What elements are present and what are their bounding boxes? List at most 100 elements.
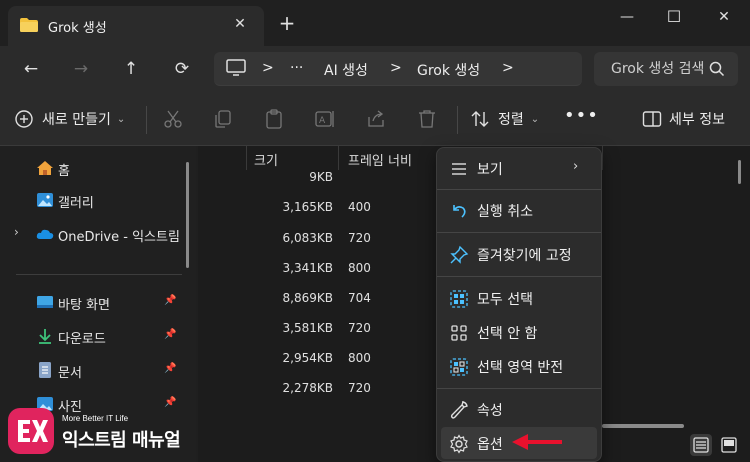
chevron-right-icon: › [573, 159, 579, 174]
menu-divider [437, 232, 601, 233]
breadcrumb-separator[interactable]: > [262, 60, 274, 76]
menu-divider [437, 388, 601, 389]
pin-icon[interactable]: 📌 [164, 363, 176, 374]
home-icon [37, 161, 53, 175]
breadcrumb-ai[interactable]: AI 생성 [324, 60, 368, 80]
sidebar-item-home[interactable]: 홈 [0, 154, 190, 182]
more-options-button[interactable]: ••• [564, 106, 598, 130]
breadcrumb-separator[interactable]: > [390, 60, 402, 76]
menu-item-select-none[interactable]: 선택 안 함 [441, 316, 597, 348]
chevron-right-icon[interactable]: › [14, 225, 19, 239]
cut-icon[interactable] [162, 108, 184, 130]
frame-width: 720 [348, 381, 371, 395]
menu-item-properties[interactable]: 속성 [441, 393, 597, 425]
frame-width: 720 [348, 321, 371, 335]
sidebar-item-label: OneDrive - 익스트림 [58, 230, 180, 245]
watermark: More Better IT Life 익스트림 매뉴얼 [2, 404, 212, 462]
frame-width: 800 [348, 351, 371, 365]
menu-item-label: 실행 취소 [477, 204, 533, 220]
maximize-button[interactable]: ☐ [663, 6, 685, 28]
search-icon[interactable] [708, 60, 726, 78]
sort-button[interactable]: 정렬 ⌄ [470, 106, 539, 132]
folder-icon [20, 18, 38, 32]
breadcrumb-more[interactable]: ··· [290, 60, 303, 76]
refresh-button[interactable]: ⟳ [171, 58, 193, 80]
menu-item-label: 선택 안 함 [477, 326, 538, 342]
invert-selection-icon [450, 358, 468, 376]
menu-divider [437, 276, 601, 277]
select-all-icon [450, 290, 468, 308]
frame-width: 720 [348, 231, 371, 245]
title-bar: Grok 생성 ✕ + — ☐ ✕ [0, 0, 750, 46]
context-menu: 보기 › 실행 취소 즐겨찾기에 고정 모두 선택 선택 안 함 선택 영역 반… [436, 147, 602, 462]
share-icon[interactable] [365, 108, 387, 130]
pin-icon[interactable]: 📌 [164, 329, 176, 340]
forward-button[interactable]: → [70, 58, 92, 80]
sidebar-item-label: 홈 [58, 164, 70, 179]
column-divider[interactable] [602, 146, 603, 170]
tab-close-button[interactable]: ✕ [230, 14, 250, 34]
details-view-icon[interactable] [690, 434, 712, 456]
column-divider[interactable] [338, 146, 339, 170]
sidebar-item-gallery[interactable]: 갤러리 [0, 186, 190, 214]
up-button[interactable]: ↑ [120, 58, 142, 80]
chevron-down-icon: ⌄ [530, 113, 540, 125]
new-tab-button[interactable]: + [276, 12, 298, 34]
tiles-view-icon[interactable] [718, 434, 740, 456]
file-size: 2,278KB [282, 381, 333, 395]
select-none-icon [451, 325, 467, 341]
new-button-label: 새로 만들기 [42, 112, 111, 128]
pin-icon [450, 245, 469, 264]
menu-divider [437, 189, 601, 190]
paste-icon[interactable] [263, 108, 285, 130]
sidebar-item-label: 바탕 화면 [58, 298, 110, 313]
pin-icon[interactable]: 📌 [164, 295, 176, 306]
menu-item-label: 즐겨찾기에 고정 [477, 248, 572, 264]
frame-width: 400 [348, 200, 371, 214]
file-size: 6,083KB [282, 231, 333, 245]
horizontal-scrollbar[interactable] [602, 424, 684, 428]
frame-width: 800 [348, 261, 371, 275]
breadcrumb-separator[interactable]: > [502, 60, 514, 76]
sidebar-scrollbar[interactable] [186, 162, 189, 268]
search-input[interactable] [594, 52, 704, 86]
breadcrumb[interactable]: > ··· AI 생성 > Grok 생성 > [214, 52, 582, 86]
tab-grok[interactable]: Grok 생성 ✕ [8, 6, 264, 46]
red-arrow-annotation [512, 434, 562, 450]
desktop-folder-icon [37, 296, 53, 308]
menu-item-label: 옵션 [477, 437, 503, 453]
search-box[interactable] [594, 52, 738, 86]
details-pane-button[interactable]: 세부 정보 [642, 106, 725, 132]
sidebar-item-downloads[interactable]: 다운로드 📌 [0, 322, 190, 350]
menu-item-undo[interactable]: 실행 취소 [441, 194, 597, 226]
column-header-frame-width[interactable]: 프레임 너비 [348, 150, 412, 169]
rename-icon[interactable]: A [314, 108, 336, 130]
watermark-tagline: More Better IT Life [62, 414, 129, 423]
sidebar-item-documents[interactable]: 문서 📌 [0, 356, 190, 384]
view-switcher [690, 434, 742, 456]
breadcrumb-grok[interactable]: Grok 생성 [417, 60, 480, 80]
sidebar-item-desktop[interactable]: 바탕 화면 📌 [0, 288, 190, 316]
file-size: 3,581KB [282, 321, 333, 335]
divider [146, 106, 147, 134]
menu-item-invert-selection[interactable]: 선택 영역 반전 [441, 350, 597, 382]
file-size: 9KB [309, 170, 333, 184]
close-window-button[interactable]: ✕ [713, 6, 735, 28]
new-button[interactable]: 새로 만들기 ⌄ [14, 106, 125, 132]
menu-item-select-all[interactable]: 모두 선택 [441, 282, 597, 314]
column-divider[interactable] [246, 146, 247, 170]
divider [457, 106, 458, 134]
delete-icon[interactable] [416, 108, 438, 130]
menu-item-label: 속성 [477, 403, 503, 419]
brand-logo [8, 408, 54, 454]
content-scrollbar[interactable] [738, 160, 741, 184]
menu-item-view[interactable]: 보기 › [441, 152, 597, 184]
column-header-size[interactable]: 크기 [254, 150, 278, 169]
gallery-icon [37, 193, 53, 207]
menu-item-pin-quick-access[interactable]: 즐겨찾기에 고정 [441, 238, 597, 270]
copy-icon[interactable] [212, 108, 234, 130]
sidebar-item-onedrive[interactable]: › OneDrive - 익스트림 [0, 220, 190, 248]
minimize-button[interactable]: — [616, 6, 638, 28]
back-button[interactable]: ← [20, 58, 42, 80]
frame-width: 704 [348, 291, 371, 305]
